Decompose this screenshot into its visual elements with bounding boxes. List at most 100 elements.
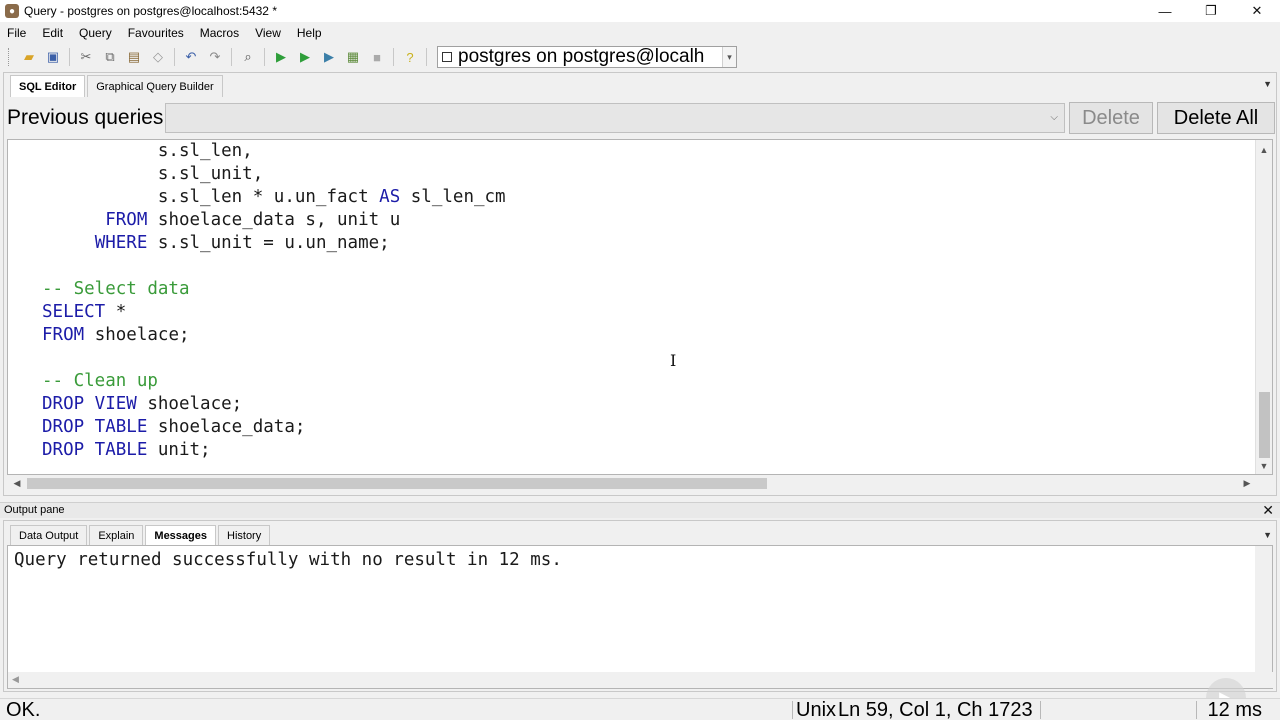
code-line[interactable]: s.sl_len, [42, 140, 506, 163]
menu-edit[interactable]: Edit [34, 23, 71, 43]
panel-menu-icon[interactable]: ▼ [1263, 530, 1272, 540]
redo-icon[interactable]: ↷ [205, 47, 225, 67]
execute-icon[interactable]: ▶ [271, 47, 291, 67]
code-line[interactable]: FROM shoelace_data s, unit u [42, 209, 506, 232]
sql-keyword: DROP VIEW [42, 394, 137, 414]
minimize-icon[interactable]: — [1142, 0, 1188, 22]
menu-help[interactable]: Help [289, 23, 330, 43]
connection-select[interactable]: postgres on postgres@localh ▾ [437, 46, 737, 68]
scroll-down-icon[interactable]: ▼ [1256, 458, 1272, 474]
messages-horizontal-scrollbar[interactable]: ◀ [8, 672, 1274, 688]
toolbar-separator [174, 48, 175, 66]
pgadmin-query-window: ● Query - postgres on postgres@localhost… [0, 0, 1280, 720]
previous-queries-select[interactable]: ⌵ [165, 103, 1065, 133]
sql-text: shoelace_data s, unit u [147, 210, 401, 230]
tab-graphical-query-builder[interactable]: Graphical Query Builder [87, 75, 223, 97]
code-line[interactable]: DROP VIEW shoelace; [42, 393, 506, 416]
sql-text: s.sl_len * u.un_fact [42, 187, 380, 207]
close-icon[interactable]: ✕ [1262, 502, 1274, 519]
code-line[interactable]: WHERE s.sl_unit = u.un_name; [42, 232, 506, 255]
explain-icon[interactable]: ▶ [319, 47, 339, 67]
title-bar: ● Query - postgres on postgres@localhost… [0, 0, 1280, 22]
cancel-query-icon[interactable]: ■ [367, 47, 387, 67]
panel-menu-icon[interactable]: ▼ [1263, 79, 1272, 89]
tab-messages[interactable]: Messages [145, 525, 216, 545]
text-cursor-icon: I [670, 351, 677, 370]
editor-horizontal-scrollbar[interactable]: ◀ ▶ [7, 475, 1273, 491]
messages-vertical-scrollbar[interactable] [1255, 546, 1272, 674]
previous-queries-label: Previous queries [7, 106, 164, 129]
code-line[interactable]: SELECT * [42, 301, 506, 324]
status-state: OK. [6, 699, 41, 720]
sql-keyword: WHERE [94, 233, 148, 253]
sql-text: s.sl_unit, [42, 164, 264, 184]
tab-explain[interactable]: Explain [89, 525, 144, 545]
code-line[interactable]: -- Clean up [42, 370, 506, 393]
menu-bar: File Edit Query Favourites Macros View H… [0, 23, 1280, 43]
window-controls: — ❐ ✕ [1142, 0, 1280, 22]
copy-icon[interactable]: ⧉ [100, 47, 120, 67]
sql-keyword: DROP TABLE [42, 417, 148, 437]
status-query-time: 12 ms [1207, 699, 1262, 720]
code-line[interactable]: -- Select data [42, 278, 506, 301]
explain-analyze-icon[interactable]: ▦ [343, 47, 363, 67]
restore-icon[interactable]: ❐ [1188, 0, 1234, 22]
menu-query[interactable]: Query [71, 23, 120, 43]
find-icon[interactable]: ⌕ [238, 47, 258, 67]
status-separator [792, 701, 793, 719]
scroll-right-icon[interactable]: ▶ [1239, 475, 1255, 491]
sql-code-editor[interactable]: s.sl_len, s.sl_unit, s.sl_len * u.un_fac… [7, 139, 1273, 475]
editor-vertical-scroll-thumb[interactable] [1259, 392, 1270, 458]
query-message: Query returned successfully with no resu… [14, 550, 562, 570]
help-icon[interactable]: ? [400, 47, 420, 67]
tab-history[interactable]: History [218, 525, 271, 545]
paste-icon[interactable]: ▤ [124, 47, 144, 67]
code-line[interactable]: DROP TABLE unit; [42, 439, 506, 462]
code-line[interactable]: FROM shoelace; [42, 324, 506, 347]
sql-text: shoelace; [84, 325, 190, 345]
undo-icon[interactable]: ↶ [181, 47, 201, 67]
chevron-down-icon: ⌵ [1050, 112, 1058, 123]
execute-to-file-icon[interactable]: ▶ [295, 47, 315, 67]
delete-all-button[interactable]: Delete All [1157, 102, 1275, 134]
code-line[interactable] [42, 255, 506, 278]
code-line[interactable] [42, 347, 506, 370]
clear-icon[interactable]: ◇ [148, 47, 168, 67]
previous-queries-row: Previous queries ⌵ Delete Delete All [4, 99, 1276, 137]
scroll-left-icon[interactable]: ◀ [9, 475, 25, 491]
code-line[interactable]: s.sl_unit, [42, 163, 506, 186]
scroll-up-icon[interactable]: ▲ [1256, 142, 1272, 158]
sql-keyword: SELECT [42, 302, 106, 322]
output-pane: Data Output Explain Messages History ▼ Q… [3, 520, 1277, 718]
sql-text: s.sl_unit = u.un_name; [147, 233, 390, 253]
code-line[interactable]: s.sl_len * u.un_fact AS sl_len_cm [42, 186, 506, 209]
menu-macros[interactable]: Macros [192, 23, 247, 43]
sql-text: shoelace; [136, 394, 243, 414]
toolbar-grip[interactable] [8, 48, 11, 66]
chevron-down-icon[interactable]: ▾ [722, 47, 736, 67]
sql-keyword: AS [379, 187, 401, 207]
tab-data-output[interactable]: Data Output [10, 525, 88, 545]
save-icon[interactable]: ▣ [43, 47, 63, 67]
menu-view[interactable]: View [247, 23, 289, 43]
editor-horizontal-scroll-thumb[interactable] [27, 478, 767, 489]
sql-text: * [105, 302, 127, 322]
editor-tabs: SQL Editor Graphical Query Builder [10, 75, 225, 97]
sql-code[interactable]: s.sl_len, s.sl_unit, s.sl_len * u.un_fac… [42, 140, 506, 462]
delete-button[interactable]: Delete [1069, 102, 1153, 134]
toolbar-separator [231, 48, 232, 66]
sql-text: sl_len_cm [400, 187, 506, 207]
cut-icon[interactable]: ✂ [76, 47, 96, 67]
open-folder-icon[interactable]: ▰ [19, 47, 39, 67]
status-separator [1040, 701, 1041, 719]
menu-favourites[interactable]: Favourites [120, 23, 192, 43]
tab-sql-editor[interactable]: SQL Editor [10, 75, 86, 97]
close-icon[interactable]: ✕ [1234, 0, 1280, 22]
code-line[interactable]: DROP TABLE shoelace_data; [42, 416, 506, 439]
messages-area[interactable]: Query returned successfully with no resu… [7, 545, 1274, 718]
menu-file[interactable]: File [0, 23, 34, 43]
scroll-left-icon[interactable]: ◀ [12, 674, 19, 685]
sql-editor-panel: SQL Editor Graphical Query Builder ▼ Pre… [3, 72, 1277, 496]
editor-vertical-scrollbar[interactable]: ▲ ▼ [1255, 140, 1272, 474]
